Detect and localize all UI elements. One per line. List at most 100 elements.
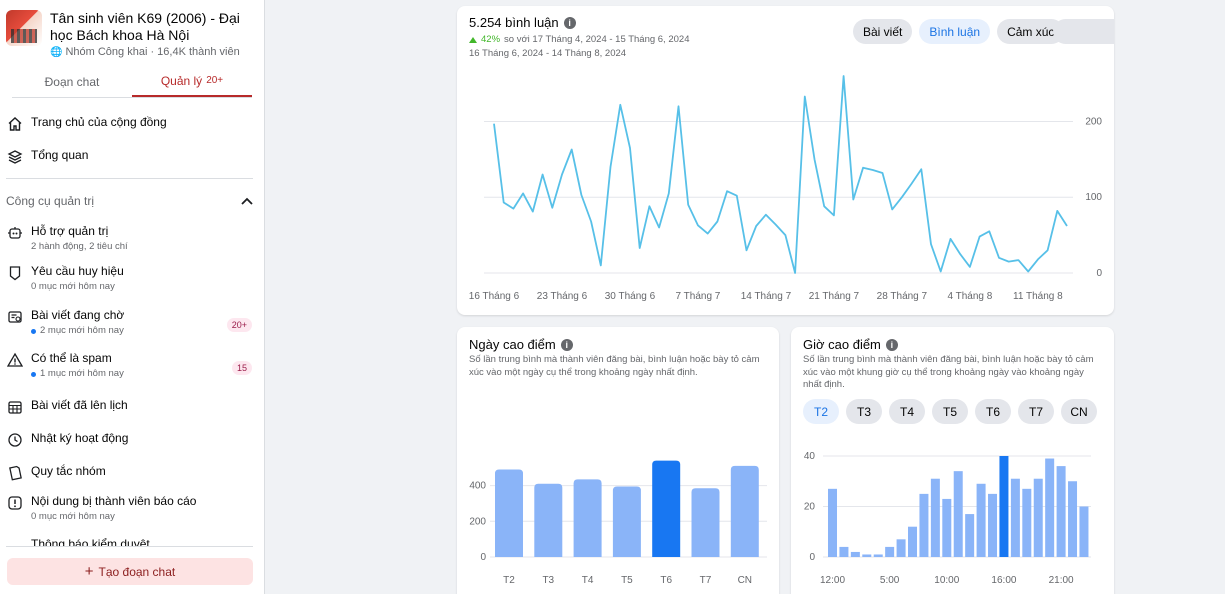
x-tick-label: 12:00 xyxy=(820,575,845,586)
x-tick-label: T5 xyxy=(621,575,633,586)
plus-icon: + xyxy=(84,563,94,580)
x-tick-label: T7 xyxy=(700,575,712,586)
x-tick-label: 5:00 xyxy=(880,575,900,586)
bar xyxy=(908,526,918,557)
group-header: Tân sinh viên K69 (2006) - Đại học Bách … xyxy=(0,0,264,62)
bar xyxy=(828,488,837,557)
peak-hour-bar-chart: 0 20 40 12:00 5:00 10:00 16:00 21:00 xyxy=(804,451,1091,586)
sidebar-item-overview[interactable]: Tổng quan xyxy=(6,147,88,166)
bar xyxy=(965,514,975,557)
tab-manage-count: 20+ xyxy=(206,75,224,86)
sidebar-item-badge-requests[interactable]: Yêu cầu huy hiệu 0 mục mới hôm nay xyxy=(6,263,124,293)
y-tick-label: 0 xyxy=(809,552,815,563)
bar xyxy=(930,478,940,557)
peak-day-bar-chart: 0 200 400 T2 T3 T4 T5 T6 T7 CN xyxy=(469,460,767,586)
unread-dot xyxy=(31,328,36,334)
y-tick-label: 0 xyxy=(480,552,486,563)
y-tick-label: 200 xyxy=(469,516,486,527)
x-tick-label: CN xyxy=(738,575,752,586)
bar xyxy=(850,551,860,557)
pending-posts-icon xyxy=(6,308,24,326)
sidebar-tabs: Đoạn chat Quản lý 20+ xyxy=(12,66,252,98)
admin-tools-header[interactable]: Công cụ quản trị xyxy=(6,194,253,208)
x-tick-label: 4 Tháng 8 xyxy=(947,291,992,302)
x-tick-label: 11 Tháng 8 xyxy=(1013,291,1063,302)
globe-icon: 🌐 xyxy=(50,46,63,58)
bar xyxy=(839,546,849,557)
bar xyxy=(1033,478,1043,557)
sidebar-item-possible-spam[interactable]: Có thể là spam 1 mục mới hôm nay xyxy=(6,350,124,380)
bar xyxy=(1010,478,1020,557)
bar xyxy=(942,498,952,557)
admin-sidebar: Tân sinh viên K69 (2006) - Đại học Bách … xyxy=(0,0,265,594)
badge-icon xyxy=(6,264,24,282)
unread-dot xyxy=(31,371,36,377)
bar xyxy=(953,471,963,557)
y-tick-label: 40 xyxy=(804,451,816,462)
report-icon xyxy=(6,494,24,512)
sidebar-item-group-rules[interactable]: Quy tắc nhóm xyxy=(6,463,106,482)
group-meta: Nhóm Công khai · 16,4K thành viên xyxy=(65,46,240,58)
x-tick-label: 21 Tháng 7 xyxy=(809,291,860,302)
x-tick-label: 7 Tháng 7 xyxy=(676,291,721,302)
group-name[interactable]: Tân sinh viên K69 (2006) - Đại học Bách … xyxy=(50,10,256,44)
bell-icon xyxy=(6,537,24,546)
x-tick-label: 14 Tháng 7 xyxy=(741,291,792,302)
peak-hour-card: Giờ cao điểm i Số lần trung bình mà thàn… xyxy=(791,327,1114,594)
bar xyxy=(573,479,602,557)
pending-posts-count-badge: 20+ xyxy=(226,318,252,332)
sidebar-item-member-reported[interactable]: Nội dung bị thành viên báo cáo 0 mục mới … xyxy=(6,493,196,523)
bar xyxy=(1022,488,1032,557)
sidebar-item-pending-posts[interactable]: Bài viết đang chờ 2 mục mới hôm nay xyxy=(6,307,124,337)
chevron-up-icon[interactable] xyxy=(241,194,253,208)
robot-icon xyxy=(6,224,24,242)
warning-icon xyxy=(6,351,24,369)
layers-icon xyxy=(6,148,24,166)
bar xyxy=(919,493,929,557)
x-tick-label: 21:00 xyxy=(1049,575,1074,586)
bar xyxy=(495,469,523,557)
divider xyxy=(6,178,253,179)
sidebar-item-admin-assist[interactable]: Hỗ trợ quản trị 2 hành động, 2 tiêu chí xyxy=(6,223,128,253)
sidebar-item-activity-log[interactable]: Nhật ký hoạt động xyxy=(6,430,128,449)
bar xyxy=(1045,458,1055,557)
bar xyxy=(612,486,641,557)
bar xyxy=(1079,506,1089,557)
y-tick-label: 0 xyxy=(1096,268,1102,279)
x-tick-label: 30 Tháng 6 xyxy=(605,291,656,302)
bar xyxy=(862,554,872,557)
x-tick-label: 28 Tháng 7 xyxy=(877,291,928,302)
bar xyxy=(999,456,1009,557)
comments-card: 5.254 bình luận i 42% so với 17 Tháng 4,… xyxy=(457,6,1114,315)
clock-icon xyxy=(6,431,24,449)
tab-manage[interactable]: Quản lý 20+ xyxy=(132,66,252,97)
bar xyxy=(730,465,759,557)
x-tick-label: T2 xyxy=(503,575,515,586)
x-tick-label: 16 Tháng 6 xyxy=(469,291,520,302)
bar xyxy=(691,488,720,557)
y-tick-label: 200 xyxy=(1085,116,1102,127)
sidebar-item-scheduled-posts[interactable]: Bài viết đã lên lịch xyxy=(6,397,128,416)
calendar-icon xyxy=(6,398,24,416)
y-tick-label: 400 xyxy=(469,481,486,492)
x-tick-label: 10:00 xyxy=(934,575,959,586)
x-tick-label: 23 Tháng 6 xyxy=(537,291,588,302)
bar xyxy=(873,554,883,557)
y-tick-label: 20 xyxy=(804,502,816,513)
bar xyxy=(896,539,906,557)
divider xyxy=(6,546,253,547)
peak-day-card: Ngày cao điểm i Số lần trung bình mà thà… xyxy=(457,327,779,594)
create-chat-button[interactable]: + Tạo đoạn chat xyxy=(7,558,253,585)
tab-chats[interactable]: Đoạn chat xyxy=(12,66,132,97)
group-cover-thumbnail[interactable] xyxy=(6,10,42,46)
sidebar-item-community-home[interactable]: Trang chủ của cộng đồng xyxy=(6,114,167,133)
x-tick-label: 16:00 xyxy=(991,575,1016,586)
y-tick-label: 100 xyxy=(1085,192,1102,203)
home-icon xyxy=(6,115,24,133)
x-tick-label: T3 xyxy=(542,575,554,586)
sidebar-item-moderation-alerts[interactable]: Thông báo kiểm duyệt xyxy=(6,536,150,546)
bar xyxy=(885,546,895,557)
bar xyxy=(1056,466,1066,557)
bar xyxy=(652,460,681,557)
rules-icon xyxy=(6,464,24,482)
